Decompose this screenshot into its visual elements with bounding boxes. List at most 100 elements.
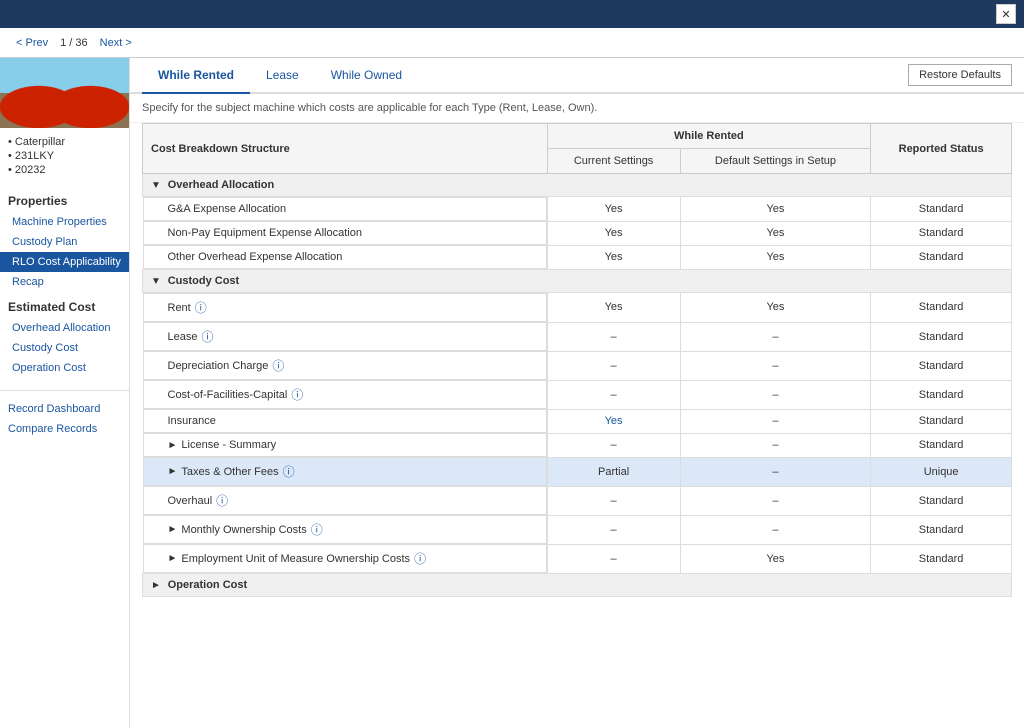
row-expand-icon[interactable]: ► — [168, 524, 178, 535]
current-setting-cell: Yes — [547, 245, 680, 270]
sidebar-est-item-overhead-allocation[interactable]: Overhead Allocation — [0, 318, 129, 338]
table-row: Cost-of-Facilities-Capital ⓘ––Standard — [143, 380, 1012, 409]
row-name: Employment Unit of Measure Ownership Cos… — [181, 553, 410, 565]
default-setting-cell: Yes — [680, 197, 871, 222]
current-setting-cell: Yes — [547, 197, 680, 222]
default-setting-cell: Yes — [680, 245, 871, 270]
top-bar: ✕ — [0, 0, 1024, 28]
table-row: Depreciation Charge ⓘ––Standard — [143, 351, 1012, 380]
default-setting-cell: – — [680, 486, 871, 515]
sidebar: Caterpillar 231LKY 20232 Properties Mach… — [0, 58, 130, 728]
status-cell: Standard — [871, 351, 1012, 380]
default-setting-cell: – — [680, 409, 871, 433]
sidebar-est-item-custody-cost[interactable]: Custody Cost — [0, 338, 129, 358]
table-row: Lease ⓘ––Standard — [143, 322, 1012, 351]
status-cell: Standard — [871, 486, 1012, 515]
tabs-left: While RentedLeaseWhile Owned — [142, 58, 418, 92]
table-row: Rent ⓘYesYesStandard — [143, 293, 1012, 323]
tab-while-owned[interactable]: While Owned — [315, 58, 418, 94]
row-name: Lease — [168, 331, 198, 343]
estimated-cost-section-title: Estimated Cost — [0, 292, 129, 318]
row-name: Insurance — [168, 415, 216, 427]
tab-while-rented[interactable]: While Rented — [142, 58, 250, 94]
subheader-current-settings: Current Settings — [547, 149, 680, 174]
info-icon[interactable]: ⓘ — [311, 521, 323, 538]
properties-section-title: Properties — [0, 186, 129, 212]
record-dashboard-link[interactable]: Record Dashboard — [0, 399, 129, 419]
machine-id: 20232 — [8, 164, 121, 176]
group-label: Overhead Allocation — [168, 179, 275, 191]
restore-defaults-button[interactable]: Restore Defaults — [908, 64, 1012, 86]
group-row: ► Operation Cost — [143, 574, 1012, 597]
nav-bar: < Prev 1 / 36 Next > — [0, 28, 1024, 58]
sidebar-item-machine-properties[interactable]: Machine Properties — [0, 212, 129, 232]
current-setting-link[interactable]: Yes — [605, 415, 623, 427]
row-name: Cost-of-Facilities-Capital — [168, 389, 288, 401]
group-label: Custody Cost — [168, 275, 240, 287]
status-cell: Unique — [871, 457, 1012, 486]
row-name: Other Overhead Expense Allocation — [168, 251, 343, 263]
sidebar-est-item-operation-cost[interactable]: Operation Cost — [0, 358, 129, 378]
default-setting-cell: Yes — [680, 221, 871, 245]
default-setting-cell: Yes — [680, 293, 871, 323]
info-icon[interactable]: ⓘ — [216, 492, 228, 509]
default-setting-cell: – — [680, 380, 871, 409]
sidebar-estimated-cost: Overhead AllocationCustody CostOperation… — [0, 318, 129, 378]
current-setting-cell: – — [547, 322, 680, 351]
row-expand-icon[interactable]: ► — [168, 466, 178, 477]
status-cell: Standard — [871, 433, 1012, 457]
description-text: Specify for the subject machine which co… — [130, 94, 1024, 123]
current-setting-cell: – — [547, 544, 680, 574]
main-layout: Caterpillar 231LKY 20232 Properties Mach… — [0, 58, 1024, 728]
machine-info: Caterpillar 231LKY 20232 — [0, 128, 129, 186]
close-button[interactable]: ✕ — [996, 4, 1016, 24]
collapse-icon[interactable]: ▼ — [151, 180, 164, 191]
row-name: Monthly Ownership Costs — [181, 524, 306, 536]
current-setting-cell: Yes — [547, 409, 680, 433]
sidebar-properties: Machine PropertiesCustody PlanRLO Cost A… — [0, 212, 129, 292]
machine-model: 231LKY — [8, 150, 121, 162]
current-setting-cell: – — [547, 486, 680, 515]
table-row: G&A Expense AllocationYesYesStandard — [143, 197, 1012, 222]
table-container: Cost Breakdown Structure While Rented Re… — [130, 123, 1024, 728]
current-setting-cell: – — [547, 351, 680, 380]
sidebar-item-rlo-cost-applicability[interactable]: RLO Cost Applicability — [0, 252, 129, 272]
row-expand-icon[interactable]: ► — [168, 440, 178, 451]
sidebar-item-custody-plan[interactable]: Custody Plan — [0, 232, 129, 252]
table-row: ► License - Summary––Standard — [143, 433, 1012, 457]
current-setting-cell: – — [547, 380, 680, 409]
group-row: ▼ Custody Cost — [143, 270, 1012, 293]
default-setting-cell: – — [680, 515, 871, 544]
group-label: Operation Cost — [168, 579, 247, 591]
next-button[interactable]: Next > — [96, 35, 136, 51]
table-row: ► Taxes & Other Fees ⓘPartial–Unique — [143, 457, 1012, 486]
info-icon[interactable]: ⓘ — [414, 550, 426, 567]
default-setting-cell: – — [680, 351, 871, 380]
info-icon[interactable]: ⓘ — [283, 463, 295, 480]
subheader-default-settings: Default Settings in Setup — [680, 149, 871, 174]
default-setting-cell: – — [680, 457, 871, 486]
expand-icon[interactable]: ► — [151, 580, 164, 591]
table-row: Other Overhead Expense AllocationYesYesS… — [143, 245, 1012, 270]
col-cost-breakdown: Cost Breakdown Structure — [143, 124, 548, 174]
info-icon[interactable]: ⓘ — [201, 328, 213, 345]
nav-count: 1 / 36 — [60, 37, 88, 49]
compare-records-link[interactable]: Compare Records — [0, 419, 129, 439]
prev-button[interactable]: < Prev — [12, 35, 52, 51]
info-icon[interactable]: ⓘ — [272, 357, 284, 374]
machine-make: Caterpillar — [8, 136, 121, 148]
col-while-rented: While Rented — [547, 124, 871, 149]
collapse-icon[interactable]: ▼ — [151, 276, 164, 287]
sidebar-item-recap[interactable]: Recap — [0, 272, 129, 292]
info-icon[interactable]: ⓘ — [195, 299, 207, 316]
table-row: InsuranceYes–Standard — [143, 409, 1012, 433]
info-icon[interactable]: ⓘ — [291, 386, 303, 403]
row-name: License - Summary — [181, 439, 276, 451]
default-setting-cell: – — [680, 322, 871, 351]
tabs-bar: While RentedLeaseWhile Owned Restore Def… — [130, 58, 1024, 94]
row-expand-icon[interactable]: ► — [168, 553, 178, 564]
status-cell: Standard — [871, 322, 1012, 351]
tab-lease[interactable]: Lease — [250, 58, 315, 94]
row-name: Non-Pay Equipment Expense Allocation — [168, 227, 362, 239]
tractor-image — [0, 58, 129, 128]
